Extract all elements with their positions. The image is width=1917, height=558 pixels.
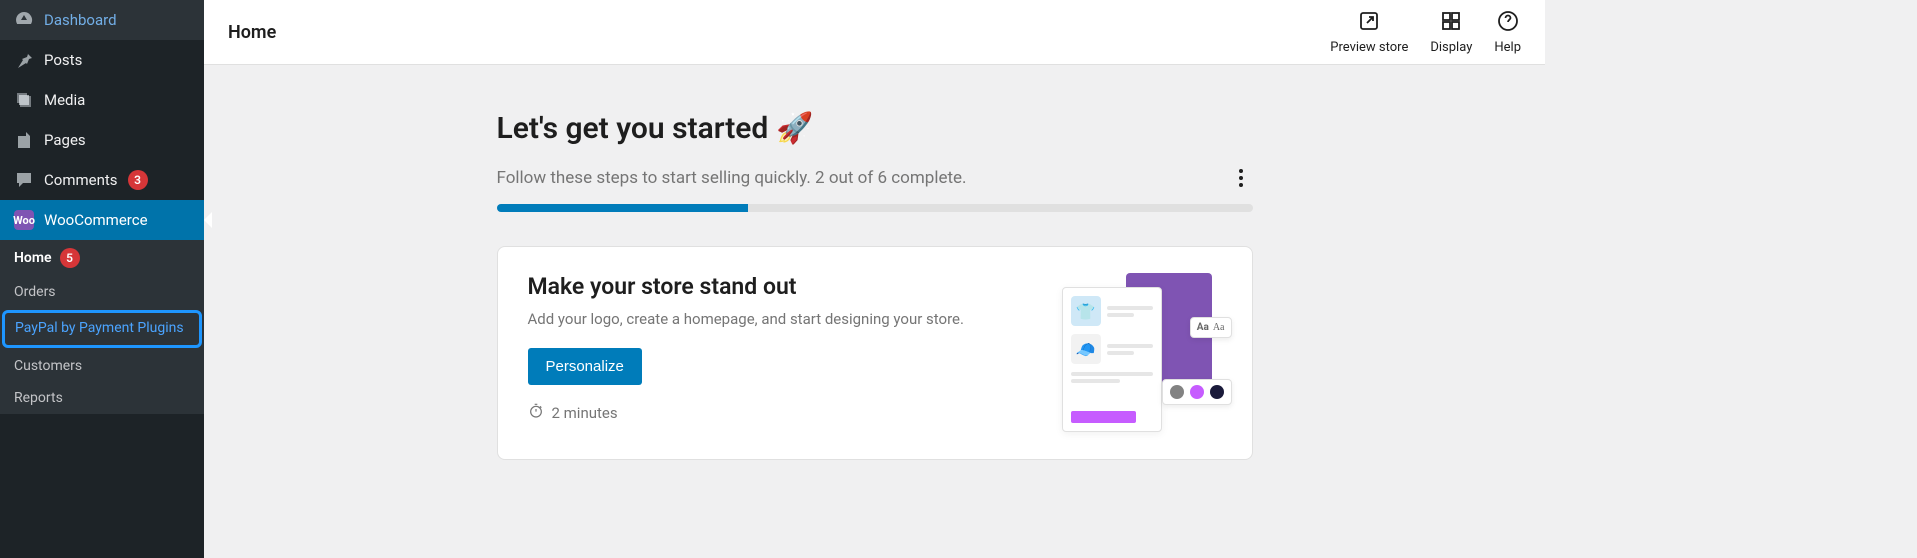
sidebar-label: Dashboard xyxy=(44,11,117,29)
gauge-icon xyxy=(14,10,34,30)
progress-fill xyxy=(497,204,749,212)
update-count-badge: 3 xyxy=(128,170,148,190)
main-area: Home Preview store Display xyxy=(204,0,1545,558)
onboarding-card: Make your store stand out Add your logo,… xyxy=(497,246,1253,460)
submenu-label: Orders xyxy=(14,284,56,300)
submenu-item-home[interactable]: Home 5 xyxy=(0,240,204,276)
card-illustration: 👕 🧢 AaAa xyxy=(1062,273,1222,433)
external-link-icon xyxy=(1357,9,1381,37)
onboarding-heading: Let's get you started 🚀 xyxy=(497,111,1253,146)
page-icon xyxy=(14,130,34,150)
media-icon xyxy=(14,90,34,110)
submenu-item-orders[interactable]: Orders xyxy=(0,276,204,308)
sidebar-label: Posts xyxy=(44,51,82,69)
help-icon xyxy=(1496,9,1520,37)
more-options-button[interactable] xyxy=(1229,166,1253,190)
sidebar-item-woocommerce[interactable]: Woo WooCommerce xyxy=(0,200,204,240)
sidebar-item-posts[interactable]: Posts xyxy=(0,40,204,80)
time-label: 2 minutes xyxy=(552,404,618,422)
topbar-actions: Preview store Display Help xyxy=(1330,9,1521,55)
submenu-label: Customers xyxy=(14,358,82,374)
action-label: Display xyxy=(1430,40,1472,55)
submenu-label: Reports xyxy=(14,390,63,406)
sidebar-label: WooCommerce xyxy=(44,211,148,229)
grid-icon xyxy=(1439,9,1463,37)
page-title: Home xyxy=(228,22,276,43)
color-swatches xyxy=(1162,379,1232,405)
preview-store-button[interactable]: Preview store xyxy=(1330,9,1408,55)
card-description: Add your logo, create a homepage, and st… xyxy=(528,310,1042,328)
comment-icon xyxy=(14,170,34,190)
submenu-item-customers[interactable]: Customers xyxy=(0,350,204,382)
sidebar-label: Media xyxy=(44,91,85,109)
help-button[interactable]: Help xyxy=(1494,9,1521,55)
pushpin-icon xyxy=(14,50,34,70)
woocommerce-submenu: Home 5 Orders PayPal by Payment Plugins … xyxy=(0,240,204,414)
content-area: Let's get you started 🚀 Follow these ste… xyxy=(204,65,1545,558)
sidebar-label: Comments xyxy=(44,171,118,189)
sidebar-item-pages[interactable]: Pages xyxy=(0,120,204,160)
topbar: Home Preview store Display xyxy=(204,0,1545,65)
woo-icon: Woo xyxy=(14,210,34,230)
update-count-badge: 5 xyxy=(60,248,80,268)
submenu-label: Home xyxy=(14,250,52,266)
submenu-label: PayPal by Payment Plugins xyxy=(15,320,184,338)
sidebar-label: Pages xyxy=(44,131,86,149)
card-title: Make your store stand out xyxy=(528,273,1042,300)
progress-text: Follow these steps to start selling quic… xyxy=(497,168,967,188)
submenu-item-reports[interactable]: Reports xyxy=(0,382,204,414)
action-label: Help xyxy=(1494,40,1521,55)
personalize-button[interactable]: Personalize xyxy=(528,348,642,385)
sidebar-item-comments[interactable]: Comments 3 xyxy=(0,160,204,200)
admin-sidebar: Dashboard Posts Media Pages Comments xyxy=(0,0,204,558)
action-label: Preview store xyxy=(1330,40,1408,55)
submenu-item-paypal[interactable]: PayPal by Payment Plugins xyxy=(2,310,202,348)
sidebar-item-dashboard[interactable]: Dashboard xyxy=(0,0,204,40)
display-button[interactable]: Display xyxy=(1430,9,1472,55)
progress-bar xyxy=(497,204,1253,212)
sidebar-item-media[interactable]: Media xyxy=(0,80,204,120)
stopwatch-icon xyxy=(528,403,544,423)
rocket-icon: 🚀 xyxy=(776,111,813,146)
time-estimate: 2 minutes xyxy=(528,403,1042,423)
